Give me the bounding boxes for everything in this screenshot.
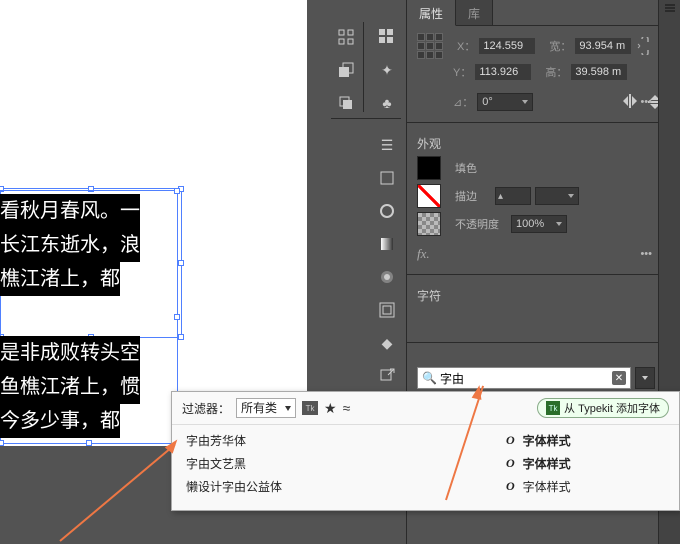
angle-label: ⊿： [453,94,473,110]
fill-swatch[interactable] [417,156,441,180]
layers-icon[interactable]: ◆ [372,328,402,358]
opacity-swatch[interactable] [417,212,441,236]
font-list-item[interactable]: 字由芳华体 [172,429,492,452]
font-list-item[interactable]: 懒设计字由公益体 [172,475,492,498]
text-line[interactable]: 今多少事，都 [0,404,120,438]
text-line[interactable]: 樵江渚上，都 [0,262,120,296]
font-search-input[interactable] [440,371,612,385]
fill-label: 填色 [455,160,477,176]
text-line[interactable]: 是非成败转头空 [0,336,140,370]
filter-select[interactable]: 所有类 [236,398,296,418]
stroke-label: 描边 [455,188,477,204]
tab-properties[interactable]: 属性 [407,0,456,26]
reference-point-grid[interactable] [417,33,443,59]
align-icon[interactable] [331,22,361,52]
y-field[interactable] [475,64,531,80]
font-picker-popup: 过滤器： 所有类 Tk ★ ≈ Tk 从 Typekit 添加字体 字由芳华体 … [171,391,680,511]
tab-libraries[interactable]: 库 [456,0,493,25]
dock-column-left-b: ✦ ♣ [372,22,402,121]
appearance-title: 外观 [417,131,670,156]
angle-field[interactable]: 0° [477,93,533,111]
text-line[interactable]: 看秋月春风。一 [0,194,140,228]
opacity-field[interactable]: 100% [511,215,567,233]
more-options-icon[interactable]: ••• [640,96,652,108]
clear-search-icon[interactable]: ✕ [612,371,626,385]
font-list-item[interactable]: 字由文艺黑 [172,452,492,475]
y-label: Y： [453,64,471,80]
canvas-area[interactable]: 看秋月春风。一 长江东逝水，浪 樵江渚上，都 是非成败转头空 鱼樵江渚上，惯 今… [0,0,307,446]
more-options-icon[interactable]: ••• [640,248,652,260]
stroke-width-field[interactable] [535,187,579,205]
search-icon: 🔍 [422,371,437,385]
add-from-typekit-button[interactable]: Tk 从 Typekit 添加字体 [537,398,669,418]
wand-icon[interactable]: ✦ [372,55,402,85]
typekit-badge-icon[interactable]: Tk [302,401,318,415]
font-style-item[interactable]: O字体样式 [492,429,679,452]
x-field[interactable] [479,38,535,54]
stroke-swatch[interactable] [417,184,441,208]
h-label: 高： [545,64,567,80]
opacity-label: 不透明度 [455,216,499,232]
character-section: 字符 [407,275,680,343]
filter-label: 过滤器： [182,400,230,417]
h-field[interactable] [571,64,627,80]
x-label: X： [457,38,475,54]
handle-icon[interactable]: ☰ [372,130,402,160]
transform-section: X： 宽： Y： 高： ⊿： 0° ••• [407,26,680,123]
character-title: 字符 [417,283,670,308]
typekit-icon: Tk [546,401,560,415]
club-icon[interactable]: ♣ [372,88,402,118]
font-search-dropdown[interactable] [635,367,655,389]
font-style-item[interactable]: O字体样式 [492,452,679,475]
text-line[interactable]: 鱼樵江渚上，惯 [0,370,140,404]
export-icon[interactable] [372,361,402,391]
pathfinder-icon[interactable] [331,55,361,85]
font-search-field[interactable]: 🔍 ✕ [417,367,631,389]
favorites-filter-icon[interactable]: ★ [324,400,337,417]
fx-button[interactable]: fx. [417,246,430,262]
stroke-width-stepper[interactable]: ▴ [495,187,531,205]
text-line[interactable]: 长江东逝水，浪 [0,228,140,262]
appearance-section: 外观 填色 描边 ▴ 不透明度 100% fx. ••• [407,123,680,275]
grid-icon[interactable] [372,22,402,52]
halftone-icon[interactable] [372,262,402,292]
artboard-icon2[interactable] [372,295,402,325]
w-field[interactable] [575,38,631,54]
transform-icon[interactable] [331,88,361,118]
dock-column-right: ☰ ◆ [372,130,402,427]
font-style-item[interactable]: O字体样式 [492,475,679,498]
similar-filter-icon[interactable]: ≈ [343,400,351,416]
circle-icon[interactable] [372,196,402,226]
dock-column-left [331,22,361,121]
w-label: 宽： [549,38,571,54]
annotation-arrow [59,444,175,542]
swatch-icon[interactable] [372,163,402,193]
flip-horizontal-icon[interactable] [622,94,638,110]
gradient-icon[interactable] [372,229,402,259]
link-broken-icon[interactable] [635,37,653,55]
